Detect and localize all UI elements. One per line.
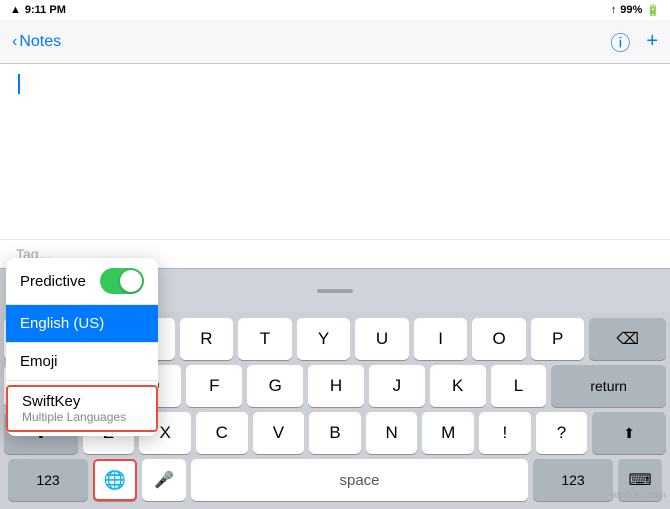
location-icon: ↑ <box>611 4 617 16</box>
key-exclaim[interactable]: ! <box>479 412 531 454</box>
status-bar: ▲ 9:11 PM ↑ 99% 🔋 <box>0 0 670 20</box>
key-K[interactable]: K <box>430 365 486 407</box>
key-H[interactable]: H <box>308 365 364 407</box>
predictive-handle <box>317 289 353 293</box>
add-button[interactable]: + <box>646 30 658 53</box>
key-Y[interactable]: Y <box>297 318 351 360</box>
battery-label: 99% <box>620 4 642 16</box>
key-O[interactable]: O <box>472 318 526 360</box>
status-right: ↑ 99% 🔋 <box>611 4 660 17</box>
key-I[interactable]: I <box>414 318 468 360</box>
key-P[interactable]: P <box>531 318 585 360</box>
key-R[interactable]: R <box>180 318 234 360</box>
key-L[interactable]: L <box>491 365 547 407</box>
notes-area[interactable] <box>0 64 670 239</box>
battery-icon: 🔋 <box>646 4 660 17</box>
nav-right-buttons: ⓘ + <box>610 27 658 56</box>
predictive-toggle[interactable] <box>100 268 144 294</box>
key-T[interactable]: T <box>238 318 292 360</box>
dropdown-item-english[interactable]: English (US) <box>6 305 158 343</box>
shift-key-right[interactable]: ⬆ <box>592 412 666 454</box>
delete-icon: ⌫ <box>616 329 639 349</box>
key-C[interactable]: C <box>196 412 248 454</box>
back-button[interactable]: ‹ Notes <box>12 33 61 51</box>
wifi-icon: ▲ <box>10 4 21 16</box>
key-F[interactable]: F <box>186 365 242 407</box>
swiftkey-sub: Multiple Languages <box>22 410 142 424</box>
key-U[interactable]: U <box>355 318 409 360</box>
dropdown-item-emoji[interactable]: Emoji <box>6 343 158 381</box>
back-label: Notes <box>19 33 61 51</box>
delete-key[interactable]: ⌫ <box>589 318 666 360</box>
toggle-knob <box>120 270 142 292</box>
predictive-toggle-row: Predictive <box>6 258 158 305</box>
number-key-right[interactable]: 123 <box>533 459 613 501</box>
status-left: ▲ 9:11 PM <box>10 4 66 16</box>
text-cursor <box>18 74 20 94</box>
bottom-row: 123 🌐 🎤 space 123 ⌨ <box>4 459 666 501</box>
swiftkey-name: SwiftKey <box>22 393 142 410</box>
watermark: wsxkan.com <box>611 490 666 501</box>
time: 9:11 PM <box>25 4 66 16</box>
globe-key[interactable]: 🌐 <box>93 459 137 501</box>
key-N[interactable]: N <box>366 412 418 454</box>
keyboard-wrapper: Q W E R T Y U I O P ⌫ A S D F G H J K L … <box>0 268 670 509</box>
mic-key[interactable]: 🎤 <box>142 459 186 501</box>
info-button[interactable]: ⓘ <box>610 27 630 56</box>
return-key[interactable]: return <box>551 365 666 407</box>
back-chevron-icon: ‹ <box>12 33 17 51</box>
dropdown-menu: Predictive English (US) Emoji SwiftKey M… <box>6 258 158 436</box>
nav-bar: ‹ Notes ⓘ + <box>0 20 670 64</box>
key-M[interactable]: M <box>422 412 474 454</box>
number-key[interactable]: 123 <box>8 459 88 501</box>
key-J[interactable]: J <box>369 365 425 407</box>
key-B[interactable]: B <box>309 412 361 454</box>
key-V[interactable]: V <box>253 412 305 454</box>
key-question[interactable]: ? <box>536 412 588 454</box>
space-key[interactable]: space <box>191 459 528 501</box>
dropdown-item-swiftkey[interactable]: SwiftKey Multiple Languages <box>6 385 158 432</box>
key-G[interactable]: G <box>247 365 303 407</box>
predictive-label: Predictive <box>20 273 86 290</box>
